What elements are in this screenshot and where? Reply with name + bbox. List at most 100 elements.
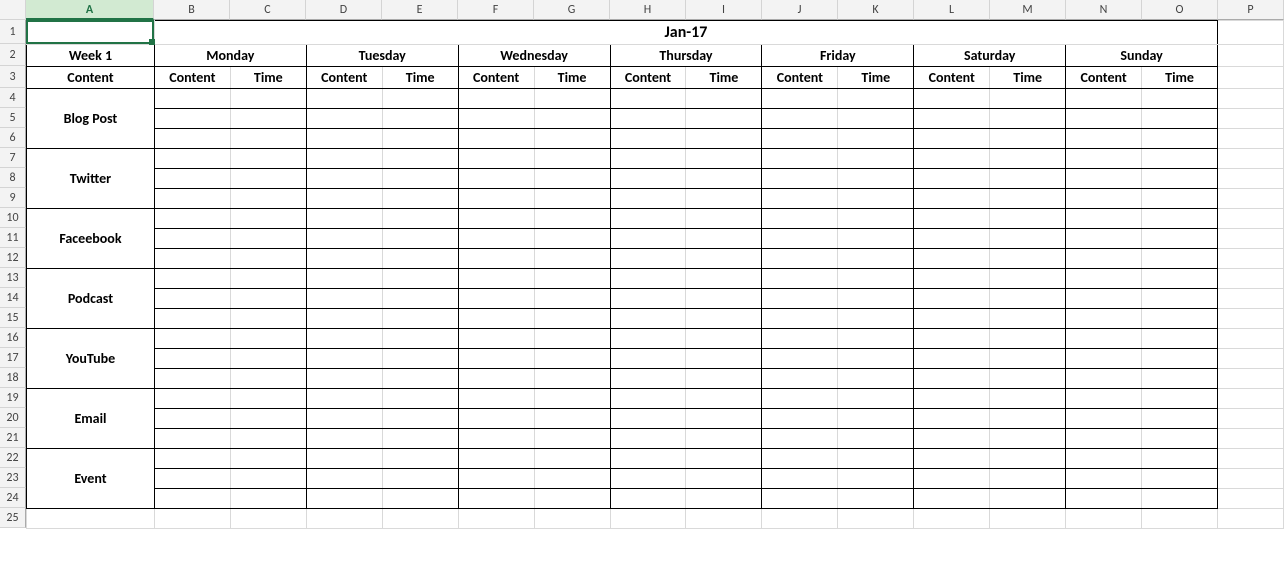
cell[interactable] [762,329,838,349]
cell[interactable] [914,229,990,249]
cell[interactable] [1142,429,1218,449]
cell[interactable] [838,409,914,429]
cell[interactable] [534,129,610,149]
cell[interactable] [458,469,534,489]
cell[interactable] [914,209,990,229]
cell[interactable] [458,489,534,509]
cell[interactable] [1066,209,1142,229]
day-header-0[interactable]: Monday [154,45,306,67]
cell[interactable] [838,369,914,389]
cell[interactable] [382,249,458,269]
cell[interactable] [990,489,1066,509]
cell[interactable] [762,189,838,209]
cell[interactable] [762,169,838,189]
cell[interactable] [534,409,610,429]
cell[interactable] [1142,189,1218,209]
cell[interactable] [154,449,230,469]
cell[interactable] [990,429,1066,449]
cell[interactable] [230,169,306,189]
cell-row25-10[interactable] [838,509,914,529]
cell[interactable] [382,349,458,369]
cell[interactable] [914,469,990,489]
row-header-25[interactable]: 25 [0,508,26,528]
row-header-14[interactable]: 14 [0,288,26,308]
cell[interactable] [230,309,306,329]
column-header-N[interactable]: N [1066,0,1142,20]
cell[interactable] [230,409,306,429]
cell[interactable] [914,389,990,409]
cell-P16[interactable] [1218,329,1284,349]
sub-time-0[interactable]: Time [230,67,306,89]
cell[interactable] [1066,409,1142,429]
cell[interactable] [1066,149,1142,169]
category-4[interactable]: YouTube [27,329,155,389]
day-header-1[interactable]: Tuesday [306,45,458,67]
row-headers[interactable]: 1234567891011121314151617181920212223242… [0,20,26,528]
cell[interactable] [762,249,838,269]
cell[interactable] [1142,209,1218,229]
cell[interactable] [458,329,534,349]
cell[interactable] [306,369,382,389]
sub-a[interactable]: Content [27,67,155,89]
sub-time-3[interactable]: Time [686,67,762,89]
cell-row25-14[interactable] [1142,509,1218,529]
cell[interactable] [686,149,762,169]
cell[interactable] [610,389,686,409]
cell[interactable] [1066,429,1142,449]
cell[interactable] [914,269,990,289]
cell[interactable] [914,149,990,169]
cell[interactable] [838,329,914,349]
cell-row25-13[interactable] [1066,509,1142,529]
cell[interactable] [838,309,914,329]
cell[interactable] [306,169,382,189]
cell-row25-6[interactable] [534,509,610,529]
cell[interactable] [306,389,382,409]
cell[interactable] [458,309,534,329]
cell[interactable] [762,489,838,509]
column-header-M[interactable]: M [990,0,1066,20]
cell[interactable] [1066,449,1142,469]
cell-row25-8[interactable] [686,509,762,529]
row-header-4[interactable]: 4 [0,88,26,108]
cell[interactable] [762,129,838,149]
cell[interactable] [382,329,458,349]
day-header-2[interactable]: Wednesday [458,45,610,67]
cell[interactable] [154,89,230,109]
cell[interactable] [458,169,534,189]
cell-P5[interactable] [1218,109,1284,129]
cell-row25-15[interactable] [1218,509,1284,529]
cell[interactable] [1066,369,1142,389]
cell[interactable] [534,289,610,309]
cell[interactable] [306,129,382,149]
sub-content-2[interactable]: Content [458,67,534,89]
cell-row25-7[interactable] [610,509,686,529]
cell[interactable] [990,329,1066,349]
cell[interactable] [762,89,838,109]
cell[interactable] [762,389,838,409]
cell-row25-4[interactable] [382,509,458,529]
cell-P12[interactable] [1218,249,1284,269]
column-header-K[interactable]: K [838,0,914,20]
cell[interactable] [306,329,382,349]
cell[interactable] [230,289,306,309]
category-5[interactable]: Email [27,389,155,449]
column-headers[interactable]: ABCDEFGHIJKLMNOP [26,0,1284,20]
cell[interactable] [990,349,1066,369]
cell[interactable] [230,269,306,289]
cell[interactable] [154,189,230,209]
cell[interactable] [762,109,838,129]
cell-P21[interactable] [1218,429,1284,449]
cell[interactable] [230,249,306,269]
cell[interactable] [838,89,914,109]
cell[interactable] [990,469,1066,489]
column-header-F[interactable]: F [458,0,534,20]
row-header-11[interactable]: 11 [0,228,26,248]
week-cell[interactable]: Week 1 [27,45,155,67]
cell[interactable] [382,209,458,229]
cell[interactable] [382,149,458,169]
cell[interactable] [1142,249,1218,269]
cell-row25-5[interactable] [458,509,534,529]
cell[interactable] [306,449,382,469]
column-header-A[interactable]: A [26,0,154,20]
cell[interactable] [230,449,306,469]
